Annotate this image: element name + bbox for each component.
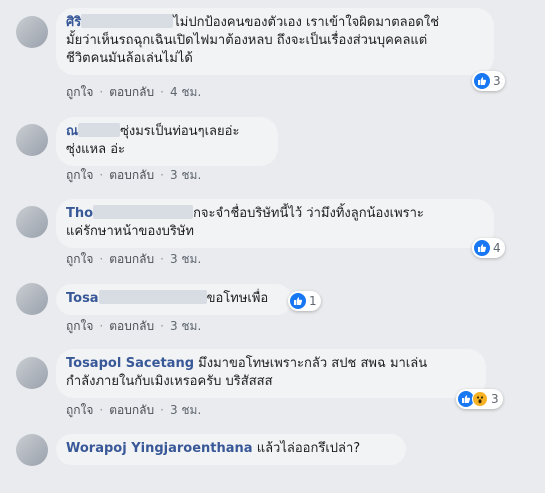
reaction-count: 4 bbox=[493, 241, 501, 255]
comment-time[interactable]: 3 ชม. bbox=[170, 251, 201, 267]
comment-author[interactable]: Tosapol Sacetang bbox=[66, 356, 194, 371]
redacted-name bbox=[81, 14, 174, 28]
comment-author[interactable]: Tho bbox=[66, 206, 93, 221]
like-reaction-icon bbox=[474, 73, 490, 89]
comment-text-line: ซุ่งมรเป็นท่อนๆเลยอ่ะ bbox=[120, 124, 240, 139]
comment-time[interactable]: 3 ชม. bbox=[170, 318, 201, 334]
avatar[interactable] bbox=[16, 357, 48, 389]
comment-actions: ถูกใจ · ตอบกลับ · 4 ชม. bbox=[66, 84, 201, 100]
dot-separator: · bbox=[160, 85, 164, 99]
avatar[interactable] bbox=[16, 434, 48, 466]
redacted-name bbox=[93, 205, 194, 219]
comment-author[interactable]: ศิริ bbox=[66, 15, 81, 30]
comment-bubble: Tosapol Sacetang มึงมาขอโทษเพราะกลัว สปช… bbox=[56, 349, 486, 398]
like-reaction-icon bbox=[474, 240, 490, 256]
comment-bubble: ศิริ ไม่ปกป้องคนของตัวเอง เราเข้าใจผิดมาต… bbox=[56, 8, 494, 75]
comment-text-line: ไม่ปกป้องคนของตัวเอง เราเข้าใจผิดมาตลอดใ… bbox=[173, 15, 440, 30]
comment-text-line: กจะจำชื่อบริษัทนี้ไว้ ว่ามึงทิ้งลูกน้องเ… bbox=[193, 206, 424, 221]
like-button[interactable]: ถูกใจ bbox=[66, 402, 93, 418]
dot-separator: · bbox=[160, 403, 164, 417]
reaction-count: 3 bbox=[491, 392, 499, 406]
dot-separator: · bbox=[99, 403, 104, 417]
dot-separator: · bbox=[99, 85, 104, 99]
comment-text-line: มึงมาขอโทษเพราะกลัว สปช สพฉ มาเล่น bbox=[198, 356, 428, 371]
redacted-name bbox=[78, 123, 121, 137]
reaction-summary[interactable]: 1 bbox=[288, 291, 321, 311]
reaction-count: 3 bbox=[493, 74, 501, 88]
avatar[interactable] bbox=[16, 124, 48, 156]
reaction-summary[interactable]: 4 bbox=[472, 238, 505, 258]
comment-bubble: Tho กจะจำชื่อบริษัทนี้ไว้ ว่ามึงทิ้งลูกน้… bbox=[56, 199, 494, 248]
reaction-summary[interactable]: 3 bbox=[472, 71, 505, 91]
like-button[interactable]: ถูกใจ bbox=[66, 84, 93, 100]
comment-actions: ถูกใจ · ตอบกลับ · 3 ชม. bbox=[66, 251, 201, 267]
redacted-name bbox=[98, 290, 207, 304]
comment-thread: ศิริ ไม่ปกป้องคนของตัวเอง เราเข้าใจผิดมาต… bbox=[0, 0, 545, 493]
comment-text-line: แล้วไล่ออกรึเปล่า? bbox=[256, 441, 361, 456]
dot-separator: · bbox=[99, 252, 104, 266]
dot-separator: · bbox=[99, 319, 104, 333]
like-button[interactable]: ถูกใจ bbox=[66, 167, 93, 183]
comment-text-line: ชีวิตคนมันล้อเล่นไม่ได้ bbox=[66, 51, 193, 66]
reply-button[interactable]: ตอบกลับ bbox=[109, 318, 154, 334]
comment-text-line: กำลังภายในกับเมิงเหรอครับ บริสัสสส bbox=[66, 374, 273, 389]
dot-separator: · bbox=[160, 319, 164, 333]
avatar[interactable] bbox=[16, 206, 48, 238]
like-button[interactable]: ถูกใจ bbox=[66, 251, 93, 267]
reply-button[interactable]: ตอบกลับ bbox=[109, 251, 154, 267]
reply-button[interactable]: ตอบกลับ bbox=[109, 167, 154, 183]
comment-author[interactable]: Tosa bbox=[66, 291, 99, 306]
avatar[interactable] bbox=[16, 16, 48, 48]
comment-actions: ถูกใจ · ตอบกลับ · 3 ชม. bbox=[66, 402, 201, 418]
comment-bubble: Worapoj Yingjaroenthana แล้วไล่ออกรึเปล่… bbox=[56, 434, 406, 465]
avatar[interactable] bbox=[16, 283, 48, 315]
reaction-summary[interactable]: 3 bbox=[456, 389, 503, 409]
comment-time[interactable]: 4 ชม. bbox=[170, 84, 201, 100]
reaction-count: 1 bbox=[309, 294, 317, 308]
comment-author[interactable]: ณ bbox=[66, 124, 78, 139]
comment-bubble: ณ ซุ่งมรเป็นท่อนๆเลยอ่ะ ซุ่งแหล อ่ะ bbox=[56, 117, 278, 166]
dot-separator: · bbox=[160, 168, 164, 182]
comment-bubble: Tosa ขอโทษเพื่อ bbox=[56, 284, 292, 315]
comment-text-line: ขอโทษเพื่อ bbox=[206, 291, 269, 306]
comment-text-line: มั้ยว่าเห็นรถฉุกเฉินเปิดไฟมาต้องหลบ ถึงจ… bbox=[66, 33, 428, 48]
reply-button[interactable]: ตอบกลับ bbox=[109, 402, 154, 418]
comment-actions: ถูกใจ · ตอบกลับ · 3 ชม. bbox=[66, 318, 201, 334]
like-button[interactable]: ถูกใจ bbox=[66, 318, 93, 334]
dot-separator: · bbox=[160, 252, 164, 266]
comment-text-line: ซุ่งแหล อ่ะ bbox=[66, 142, 126, 157]
wow-reaction-icon bbox=[472, 391, 488, 407]
comment-actions: ถูกใจ · ตอบกลับ · 3 ชม. bbox=[66, 167, 201, 183]
like-reaction-icon bbox=[290, 293, 306, 309]
reply-button[interactable]: ตอบกลับ bbox=[109, 84, 154, 100]
comment-time[interactable]: 3 ชม. bbox=[170, 402, 201, 418]
comment-author[interactable]: Worapoj Yingjaroenthana bbox=[66, 441, 253, 456]
dot-separator: · bbox=[99, 168, 104, 182]
comment-text-line: แค่รักษาหน้าของบริษัท bbox=[66, 224, 194, 239]
comment-time[interactable]: 3 ชม. bbox=[170, 167, 201, 183]
